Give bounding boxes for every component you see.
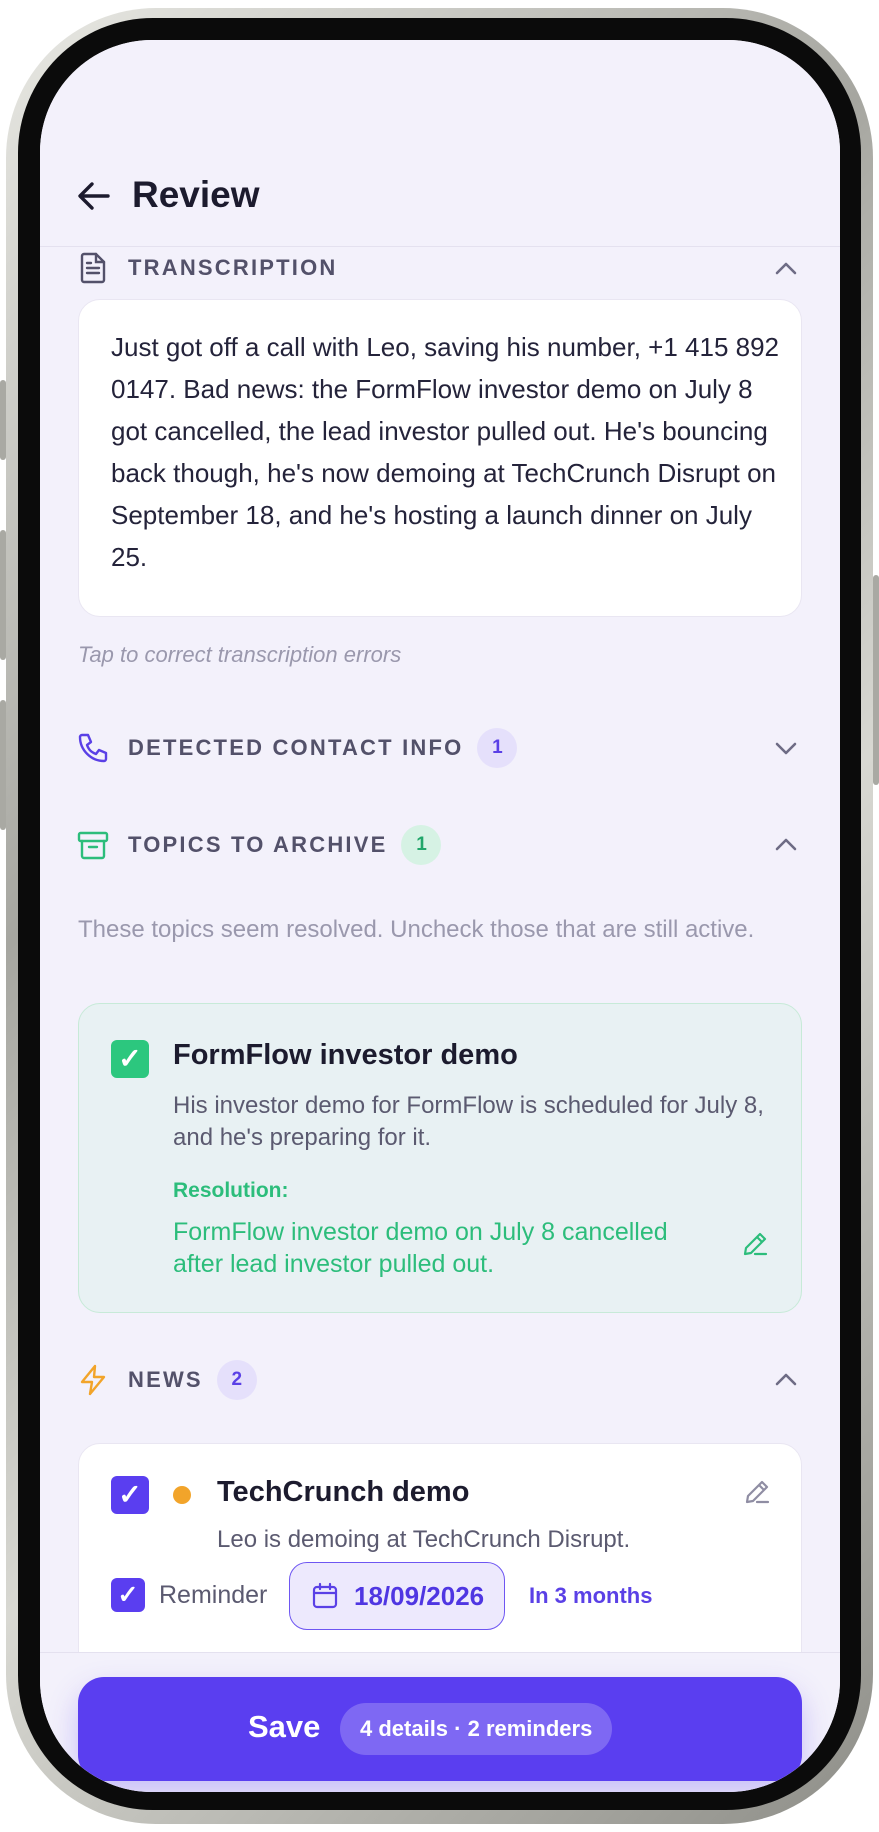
calendar-icon (312, 1582, 338, 1609)
phone-icon (78, 733, 108, 763)
chevron-up-icon[interactable] (772, 831, 800, 859)
edit-pencil-icon[interactable] (743, 1478, 771, 1506)
volume-up-button (0, 530, 6, 660)
resolution-text[interactable]: FormFlow investor demo on July 8 cancell… (173, 1216, 713, 1280)
archive-box-icon (77, 831, 109, 860)
resolution-label: Resolution: (173, 1179, 289, 1202)
reminder-date-button[interactable]: 18/09/2026 (289, 1562, 506, 1630)
review-content: TRANSCRIPTION Just got off a call with L… (40, 247, 840, 1652)
news-item-checkbox[interactable]: ✓ (111, 1476, 149, 1514)
reminder-label: Reminder (159, 1581, 268, 1609)
reminder-date: 18/09/2026 (354, 1580, 485, 1611)
news-count-badge: 2 (216, 1360, 257, 1400)
reminder-checkbox[interactable]: ✓ (111, 1578, 145, 1612)
edit-pencil-icon[interactable] (741, 1230, 769, 1258)
top-bar: Review (40, 40, 840, 247)
chevron-down-icon[interactable] (772, 734, 800, 762)
volume-down-button (0, 700, 6, 830)
contact-info-header[interactable]: DETECTED CONTACT INFO 1 (76, 728, 518, 768)
archive-count-badge: 1 (401, 825, 442, 865)
archive-description: These topics seem resolved. Uncheck thos… (78, 916, 755, 943)
chevron-up-icon[interactable] (772, 255, 800, 283)
back-arrow-icon[interactable] (74, 176, 114, 216)
contact-count-badge: 1 (477, 728, 518, 768)
news-item-description: Leo is demoing at TechCrunch Disrupt. (217, 1526, 631, 1553)
news-header[interactable]: NEWS 2 (76, 1360, 257, 1400)
app-screen: Review TRANSCRIPTION Just got off a call… (40, 40, 840, 1792)
lightning-icon (80, 1364, 106, 1396)
bottom-bar: Save 4 details · 2 reminders (40, 1652, 840, 1792)
save-summary-pill: 4 details · 2 reminders (340, 1703, 613, 1755)
save-button-label: Save (248, 1709, 321, 1744)
transcription-card[interactable]: Just got off a call with Leo, saving his… (78, 299, 802, 617)
transcription-header[interactable]: TRANSCRIPTION (76, 251, 338, 285)
section-title-archive: TOPICS TO ARCHIVE (128, 832, 388, 857)
archive-topic-card: ✓ FormFlow investor demo His investor de… (78, 1003, 802, 1313)
power-button (873, 575, 879, 785)
archive-topic-checkbox[interactable]: ✓ (111, 1040, 149, 1078)
reminder-relative-time: In 3 months (529, 1583, 653, 1608)
page-title: Review (132, 174, 260, 215)
archive-topic-description: His investor demo for FormFlow is schedu… (173, 1092, 764, 1151)
chevron-up-icon[interactable] (772, 1366, 800, 1394)
section-title-contact: DETECTED CONTACT INFO (128, 735, 464, 760)
archive-topic-title: FormFlow investor demo (173, 1039, 518, 1071)
news-item-card: ✓ TechCrunch demo Leo is demoing at Tech… (78, 1443, 802, 1652)
news-status-dot (173, 1486, 191, 1504)
news-item-title: TechCrunch demo (217, 1476, 470, 1508)
archive-header[interactable]: TOPICS TO ARCHIVE 1 (76, 825, 442, 865)
action-button (0, 380, 6, 460)
save-button[interactable]: Save 4 details · 2 reminders (78, 1677, 802, 1781)
transcription-text[interactable]: Just got off a call with Leo, saving his… (111, 326, 781, 578)
section-title-transcription: TRANSCRIPTION (128, 255, 338, 280)
section-title-news: NEWS (128, 1367, 203, 1392)
document-icon (80, 252, 106, 284)
transcription-hint: Tap to correct transcription errors (78, 642, 402, 667)
